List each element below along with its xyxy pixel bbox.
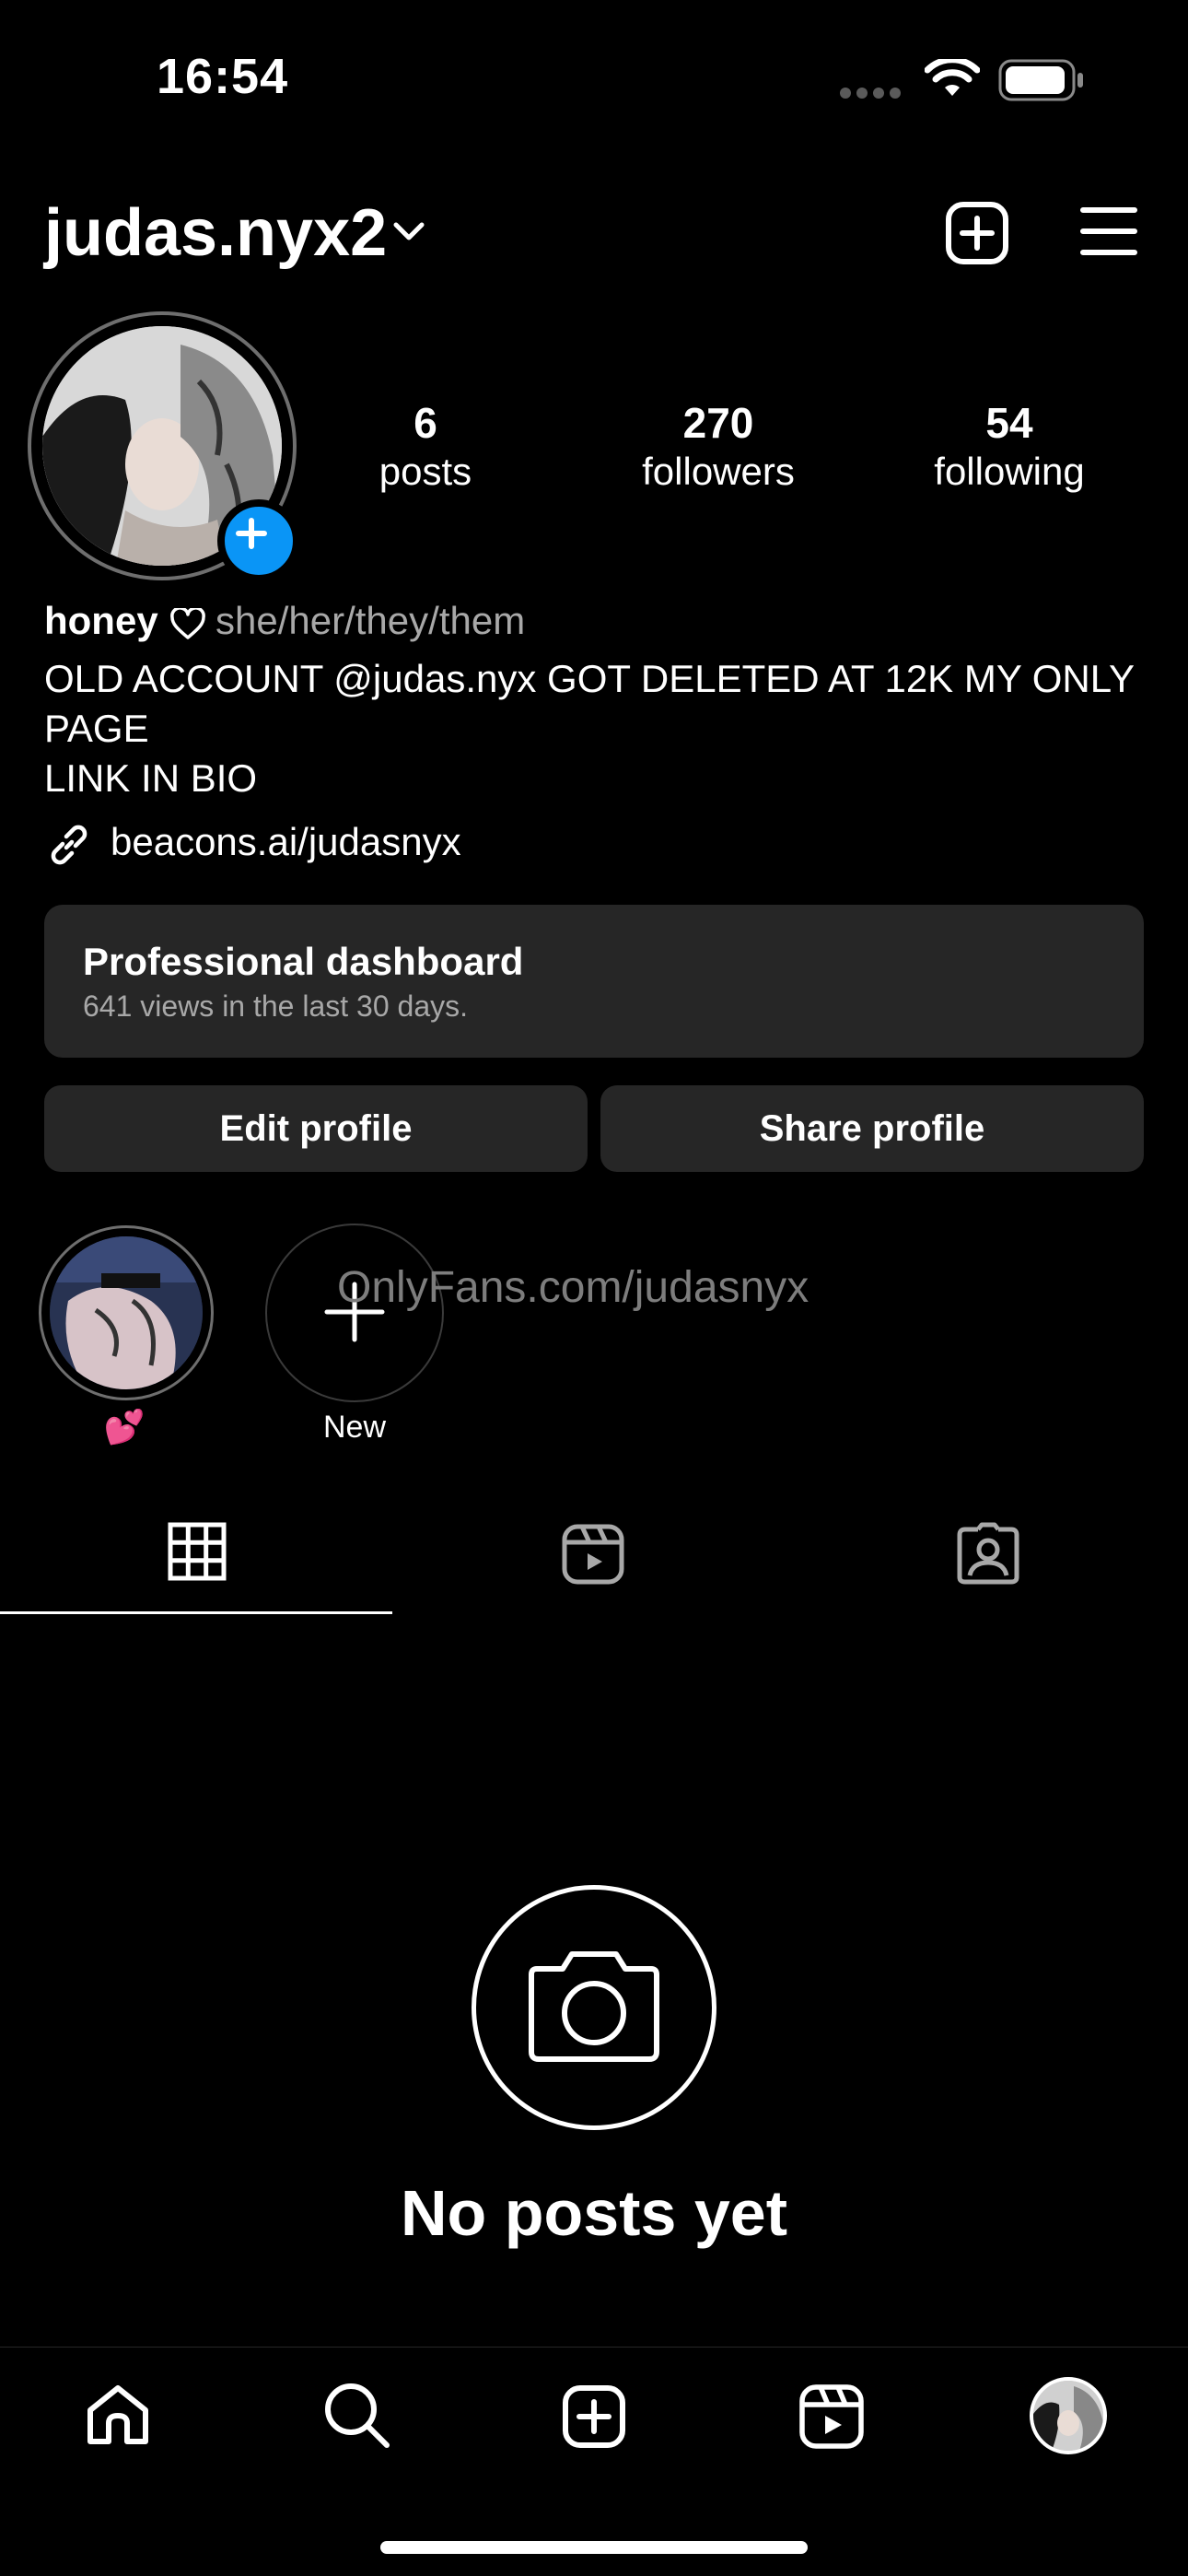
menu-icon[interactable] bbox=[1079, 205, 1138, 258]
bio-text: OLD ACCOUNT @judas.nyx GOT DELETED AT 12… bbox=[44, 654, 1149, 803]
stat-followers-label: followers bbox=[642, 450, 795, 493]
story-highlight[interactable] bbox=[50, 1236, 203, 1389]
status-time: 16:54 bbox=[157, 49, 289, 104]
add-story-button[interactable] bbox=[217, 499, 300, 582]
bio-pronouns: she/her/they/them bbox=[215, 599, 526, 642]
stat-posts[interactable]: 6 posts bbox=[297, 398, 554, 494]
highlight-label: 💕 bbox=[103, 1408, 146, 1446]
bio-line-2: PAGE bbox=[44, 707, 149, 750]
stat-posts-label: posts bbox=[379, 450, 472, 493]
grid-tab-icon[interactable] bbox=[168, 1522, 227, 1581]
stat-followers[interactable]: 270 followers bbox=[589, 398, 847, 494]
dashboard-subtitle: 641 views in the last 30 days. bbox=[83, 989, 469, 1023]
stat-followers-count: 270 bbox=[682, 399, 754, 447]
battery-icon bbox=[998, 59, 1087, 101]
edit-profile-button[interactable]: Edit profile bbox=[44, 1085, 588, 1172]
reels-icon[interactable] bbox=[799, 2384, 864, 2449]
stat-following-count: 54 bbox=[985, 399, 1033, 447]
bottom-nav-divider bbox=[0, 2347, 1188, 2348]
bio-name: honey bbox=[44, 599, 158, 642]
stat-following-label: following bbox=[934, 450, 1085, 493]
stat-following[interactable]: 54 following bbox=[880, 398, 1138, 494]
share-profile-button[interactable]: Share profile bbox=[600, 1085, 1144, 1172]
active-tab-indicator bbox=[0, 1611, 392, 1614]
cellular-signal-icon bbox=[840, 87, 906, 103]
new-post-icon[interactable] bbox=[562, 2384, 626, 2449]
home-icon[interactable] bbox=[85, 2383, 151, 2447]
profile-username[interactable]: judas.nyx2 bbox=[44, 195, 387, 271]
bio-line-1: OLD ACCOUNT @judas.nyx GOT DELETED AT 12… bbox=[44, 657, 1136, 700]
new-highlight-button[interactable] bbox=[265, 1224, 444, 1402]
no-posts-text: No posts yet bbox=[400, 2177, 788, 2249]
reels-tab-icon[interactable] bbox=[562, 1524, 624, 1585]
camera-icon bbox=[529, 1951, 659, 2062]
search-icon[interactable] bbox=[322, 2381, 390, 2449]
stat-posts-count: 6 bbox=[413, 399, 437, 447]
wifi-icon bbox=[925, 59, 980, 100]
chevron-down-icon[interactable] bbox=[390, 217, 427, 245]
profile-tab-avatar[interactable] bbox=[1030, 2377, 1107, 2454]
create-post-icon[interactable] bbox=[945, 201, 1009, 265]
new-highlight-label: New bbox=[322, 1410, 387, 1445]
link-icon bbox=[44, 820, 94, 870]
home-indicator[interactable] bbox=[380, 2541, 808, 2554]
watermark-text: OnlyFans.com/judasnyx bbox=[337, 1263, 809, 1312]
bio-link[interactable]: beacons.ai/judasnyx bbox=[111, 820, 461, 864]
empty-state-circle bbox=[472, 1885, 716, 2130]
bio-line-3: LINK IN BIO bbox=[44, 756, 258, 800]
tagged-tab-icon[interactable] bbox=[956, 1522, 1020, 1585]
dashboard-title: Professional dashboard bbox=[83, 940, 524, 983]
threads-heart-icon[interactable] bbox=[169, 608, 206, 641]
